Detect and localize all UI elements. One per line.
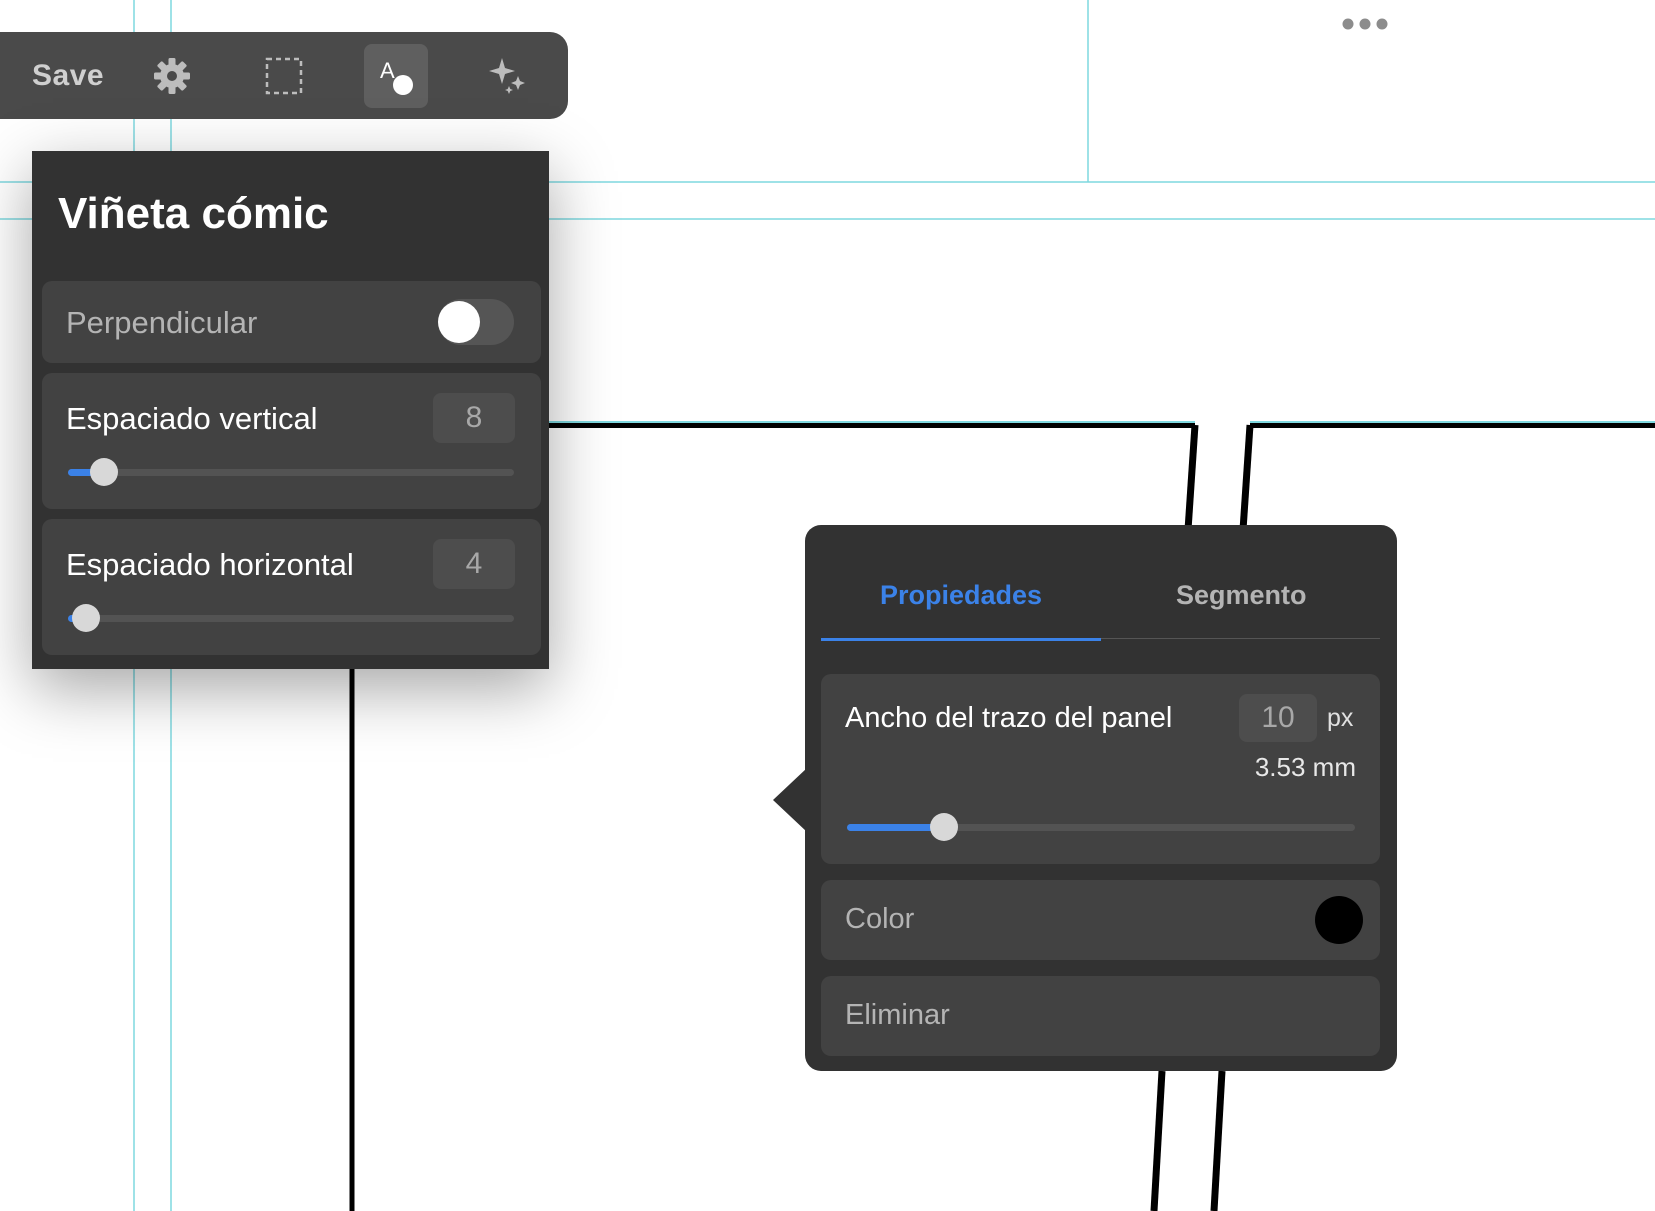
vertical-spacing-slider[interactable] — [68, 458, 514, 486]
horizontal-spacing-value[interactable]: 4 — [433, 539, 515, 589]
stroke-width-label: Ancho del trazo del panel — [845, 702, 1173, 734]
popover-arrow — [773, 768, 807, 832]
tab-divider — [1101, 638, 1380, 639]
adjustments-button[interactable] — [476, 44, 540, 108]
slider-knob[interactable] — [71, 604, 100, 632]
tab-segment[interactable]: Segmento — [1176, 580, 1307, 611]
top-toolbar: Save A — [0, 32, 568, 119]
text-shape-icon: A — [380, 58, 413, 95]
vertical-spacing-value[interactable]: 8 — [433, 393, 515, 443]
stroke-width-slider[interactable] — [847, 813, 1355, 841]
vertical-spacing-row: Espaciado vertical 8 — [42, 373, 541, 509]
settings-button[interactable] — [140, 44, 204, 108]
horizontal-spacing-label: Espaciado horizontal — [66, 547, 354, 582]
save-button[interactable]: Save — [32, 59, 104, 93]
stroke-width-mm: 3.53 mm — [1254, 752, 1356, 782]
gear-icon — [154, 58, 190, 94]
perpendicular-row: Perpendicular — [42, 281, 541, 363]
color-row[interactable]: Color — [821, 880, 1380, 960]
stroke-width-unit: px — [1327, 704, 1354, 732]
vertical-spacing-label: Espaciado vertical — [66, 401, 318, 436]
delete-row[interactable]: Eliminar — [821, 976, 1380, 1056]
comic-panel-popover: Viñeta cómic Perpendicular Espaciado ver… — [32, 151, 549, 669]
active-tab-indicator — [821, 638, 1101, 641]
perpendicular-toggle[interactable] — [438, 299, 514, 345]
more-icon[interactable] — [1340, 12, 1390, 36]
selection-button[interactable] — [252, 44, 316, 108]
text-shape-button[interactable]: A — [364, 44, 428, 108]
selection-icon — [265, 57, 303, 95]
stroke-width-value[interactable]: 10 — [1239, 694, 1317, 742]
sparkle-icon — [489, 58, 525, 94]
horizontal-spacing-slider[interactable] — [68, 604, 514, 632]
svg-text:A: A — [380, 58, 395, 83]
horizontal-spacing-row: Espaciado horizontal 4 — [42, 519, 541, 655]
stroke-width-row: Ancho del trazo del panel 10 px 3.53 mm — [821, 674, 1380, 864]
tab-properties[interactable]: Propiedades — [880, 580, 1042, 611]
popover-title: Viñeta cómic — [58, 189, 329, 238]
toggle-knob — [438, 301, 480, 343]
slider-knob[interactable] — [929, 813, 958, 841]
color-label: Color — [845, 903, 915, 935]
color-swatch[interactable] — [1315, 896, 1363, 944]
properties-popover: Propiedades Segmento Ancho del trazo del… — [805, 525, 1397, 1071]
delete-button[interactable]: Eliminar — [845, 999, 950, 1032]
slider-knob[interactable] — [89, 458, 118, 486]
perpendicular-label: Perpendicular — [66, 305, 258, 340]
